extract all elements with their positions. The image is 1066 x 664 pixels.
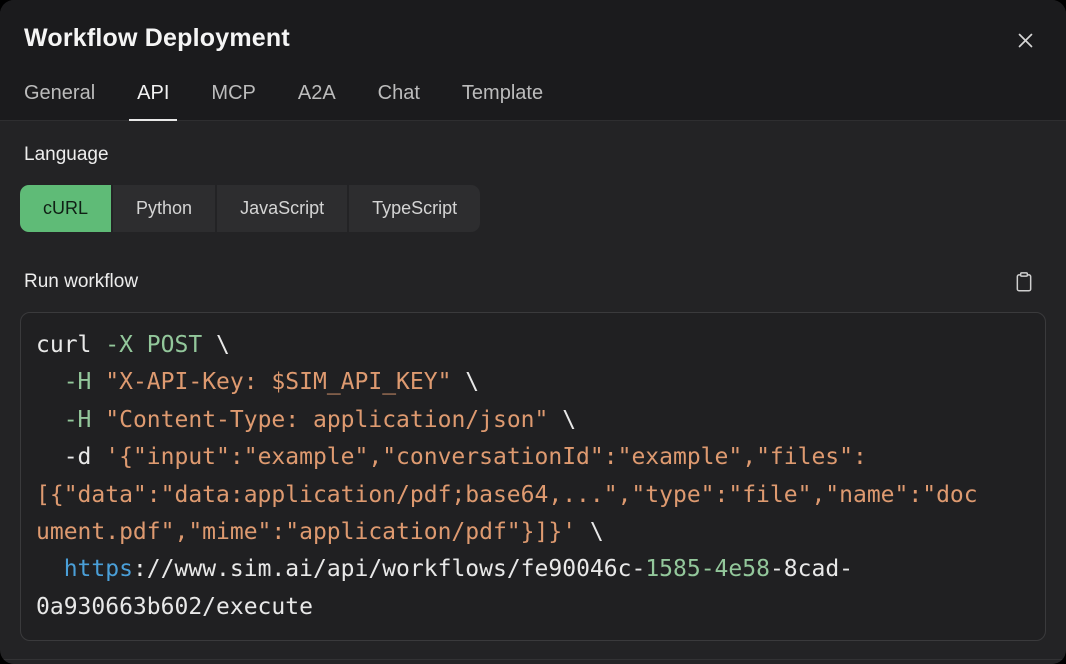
modal-header: Workflow Deployment General API MCP A2A … (0, 0, 1066, 121)
language-option-typescript[interactable]: TypeScript (349, 185, 480, 232)
close-button[interactable] (1011, 26, 1040, 55)
code-block: curl -X POST \ -H "X-API-Key: $SIM_API_K… (20, 312, 1046, 641)
language-selector: cURL Python JavaScript TypeScript (20, 185, 480, 232)
code-content: curl -X POST \ -H "X-API-Key: $SIM_API_K… (36, 327, 1030, 626)
run-workflow-label: Run workflow (24, 271, 138, 293)
clipboard-icon (1014, 271, 1034, 293)
tab-bar: General API MCP A2A Chat Template (16, 82, 1042, 120)
modal-title: Workflow Deployment (24, 24, 290, 53)
modal-body: Language cURL Python JavaScript TypeScri… (0, 144, 1066, 641)
tab-api[interactable]: API (129, 82, 177, 120)
run-workflow-row: Run workflow (20, 269, 1046, 295)
language-option-curl[interactable]: cURL (20, 185, 111, 232)
modal-footer-divider (0, 659, 1066, 664)
tab-general[interactable]: General (16, 82, 103, 120)
tab-mcp[interactable]: MCP (203, 82, 263, 120)
tab-a2a[interactable]: A2A (290, 82, 344, 120)
close-icon (1015, 30, 1036, 51)
copy-button[interactable] (1012, 269, 1036, 295)
language-option-python[interactable]: Python (113, 185, 215, 232)
workflow-deployment-modal: Workflow Deployment General API MCP A2A … (0, 0, 1066, 664)
tab-chat[interactable]: Chat (370, 82, 428, 120)
tab-template[interactable]: Template (454, 82, 551, 120)
language-label: Language (24, 144, 1042, 166)
language-option-javascript[interactable]: JavaScript (217, 185, 347, 232)
